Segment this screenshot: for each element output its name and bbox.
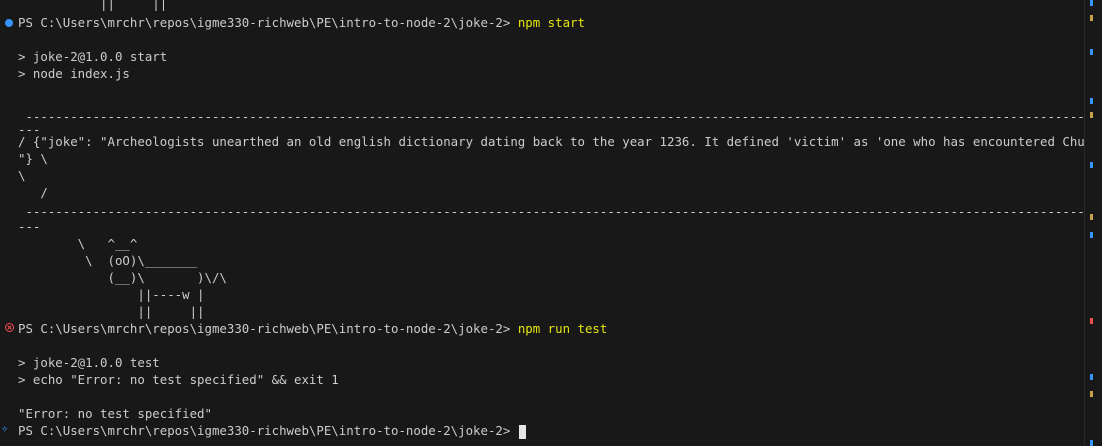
command-text: npm start: [517, 15, 585, 30]
scroll-marker: [1090, 214, 1093, 220]
command-success-icon[interactable]: [5, 19, 13, 27]
joke-line: / {"joke": "Archeologists unearthed an o…: [18, 134, 1085, 149]
scroll-marker: [1090, 374, 1093, 380]
scroll-marker: [1090, 15, 1093, 21]
terminal-line: > joke-2@1.0.0 test: [18, 355, 160, 370]
terminal-line: > echo "Error: no test specified" && exi…: [18, 372, 339, 387]
scroll-marker: [1090, 0, 1093, 6]
terminal-line: \: [18, 168, 26, 183]
command-error-icon[interactable]: [5, 323, 14, 332]
scroll-marker: [1090, 112, 1093, 118]
scroll-marker: [1090, 98, 1093, 104]
terminal-prompt-line[interactable]: PS C:\Users\mrchr\repos\igme330-richweb\…: [18, 422, 1085, 439]
scroll-marker: [1090, 49, 1093, 55]
terminal-line: /: [18, 185, 48, 200]
terminal-panel[interactable]: || || PS C:\Users\mrchr\repos\igme330-ri…: [0, 0, 1085, 446]
scroll-marker: [1090, 391, 1093, 397]
cowsay-art-line: \ ^__^: [18, 236, 138, 251]
prompt-path: PS C:\Users\mrchr\repos\igme330-richweb\…: [18, 15, 518, 30]
terminal-line: > joke-2@1.0.0 start: [18, 49, 168, 64]
cowsay-art-line: \ (oO)\_______: [18, 253, 198, 268]
cowsay-art-line: (__)\ )\/\: [18, 270, 227, 285]
terminal-line: ---: [18, 219, 41, 234]
scroll-marker: [1090, 440, 1093, 446]
terminal-output-line: "Error: no test specified": [18, 406, 212, 421]
scroll-marker: [1090, 232, 1093, 238]
command-text: npm run test: [517, 321, 608, 336]
terminal-prompt-line: PS C:\Users\mrchr\repos\igme330-richweb\…: [18, 320, 1085, 337]
prompt-path: PS C:\Users\mrchr\repos\igme330-richweb\…: [18, 423, 518, 438]
sparkle-icon[interactable]: ✧: [1, 421, 15, 435]
scroll-marker: [1090, 162, 1093, 168]
terminal-prompt-line: PS C:\Users\mrchr\repos\igme330-richweb\…: [18, 14, 1085, 31]
terminal-line: > node index.js: [18, 66, 130, 81]
text-cursor: [518, 424, 526, 439]
terminal-line: "} \: [18, 151, 48, 166]
cowsay-art-line: ||----w |: [18, 287, 205, 302]
cowsay-art-line: || ||: [18, 304, 205, 319]
scroll-marker: [1090, 318, 1093, 324]
terminal-line: || ||: [18, 0, 168, 11]
prompt-path: PS C:\Users\mrchr\repos\igme330-richweb\…: [18, 321, 518, 336]
terminal-scrollbar[interactable]: [1084, 0, 1102, 446]
